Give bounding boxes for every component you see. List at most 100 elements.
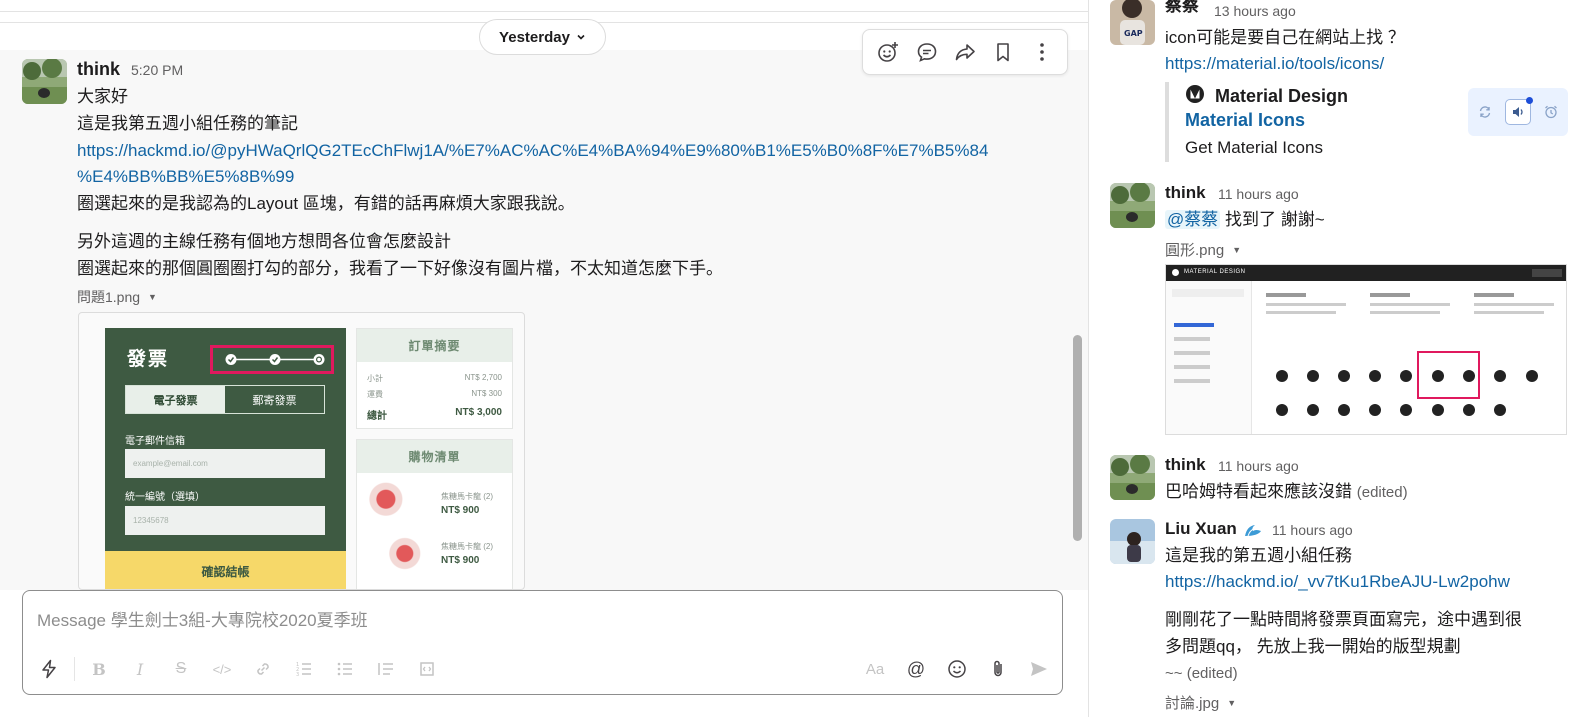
message-timestamp[interactable]: 13 hours ago <box>1214 3 1296 19</box>
message-timestamp[interactable]: 11 hours ago <box>1218 186 1299 202</box>
hackmd-link-continued[interactable]: %E4%BB%BB%E5%8B%99 <box>77 163 294 190</box>
svg-text:3: 3 <box>296 672 299 678</box>
date-divider-button[interactable]: Yesterday <box>479 19 606 55</box>
tax-id-label: 統一編號（選填） <box>125 492 205 503</box>
message-author[interactable]: think <box>1165 183 1206 203</box>
tab-electronic-invoice: 電子發票 <box>126 386 225 413</box>
message-timestamp[interactable]: 11 hours ago <box>1218 458 1299 474</box>
thread-pane: GAP 蔡蔡 13 hours ago icon可能是要自己在網站上找 ？ ht… <box>1088 0 1574 717</box>
message-line: 大家好 <box>77 87 128 106</box>
cart-title: 購物清單 <box>357 440 512 473</box>
screenshot-sidebar <box>1166 281 1252 434</box>
bookmark-icon[interactable] <box>989 38 1017 66</box>
shortcuts-lightning-icon[interactable] <box>35 655 63 683</box>
date-divider-label: Yesterday <box>499 28 570 46</box>
italic-icon[interactable]: I <box>126 655 154 683</box>
order-summary-card: 訂單摘要 小計 NT$ 2,700 運費 NT$ 300 總計 NT$ 3,000 <box>356 328 513 429</box>
message-text-body: 找到了 謝謝~ <box>1220 210 1325 229</box>
more-actions-icon[interactable] <box>1028 38 1056 66</box>
blockquote-icon[interactable] <box>372 655 400 683</box>
volume-button[interactable] <box>1504 97 1533 125</box>
image-attachment[interactable]: 發票 電子發票 郵寄發票 電子郵件信箱 example@email.com 統一… <box>78 312 525 590</box>
strikethrough-icon[interactable]: S <box>167 655 195 683</box>
edited-label: (edited) <box>1186 665 1238 682</box>
code-block-icon[interactable] <box>413 655 441 683</box>
mention-icon[interactable]: @ <box>902 655 930 683</box>
code-icon[interactable]: </> <box>208 655 236 683</box>
unfurl-site-name: Material Design <box>1215 86 1349 106</box>
app-window: Yesterday think 5:20 PM 大家好 這是我第五週小組任務的筆… <box>0 0 1574 717</box>
message-text: icon可能是要自己在網站上找 ？ <box>1165 28 1405 47</box>
link-unfurl: Material Design Material Icons Get Mater… <box>1165 82 1455 162</box>
message-line: 剛剛花了一點時間將發票頁面寫完，途中遇到很 <box>1165 610 1522 629</box>
unfurl-description: Get Material Icons <box>1185 138 1323 157</box>
composer-actions: Aa @ <box>861 655 1066 683</box>
file-name-toggle[interactable]: 圓形.png ▼ <box>1165 239 1241 260</box>
checkout-button-mock: 確認結帳 <box>105 551 346 589</box>
hackmd-link[interactable]: https://hackmd.io/_vv7tKu1RbeAJU-Lw2pohw <box>1165 569 1510 595</box>
message-composer[interactable]: Message 學生劍士3組-大專院校2020夏季班 B I S </> 123 <box>22 590 1063 695</box>
avatar[interactable] <box>1110 183 1155 228</box>
caret-down-icon: ▼ <box>148 292 157 302</box>
avatar[interactable] <box>1110 455 1155 500</box>
attachment-icon[interactable] <box>984 655 1012 683</box>
image-attachment[interactable]: MATERIAL DESIGN <box>1165 264 1567 435</box>
message-text: 巴哈姆特看起來應該沒錯 (edited) <box>1165 479 1408 506</box>
link-icon[interactable] <box>249 655 277 683</box>
message-line: 這是我第五週小組任務的筆記 <box>77 114 298 133</box>
product-name: 焦糖馬卡龍 (2) <box>441 542 493 551</box>
product-image <box>367 482 430 525</box>
material-icons-link[interactable]: https://material.io/tools/icons/ <box>1165 51 1384 77</box>
message-line: 圈選起來的是我認為的Layout 區塊，有錯的話再麻煩大家跟我說。 <box>77 194 575 213</box>
file-name-toggle[interactable]: 問題1.png ▼ <box>77 287 157 307</box>
file-name: 圓形.png <box>1165 242 1225 259</box>
chevron-down-icon <box>576 29 586 46</box>
reply-in-thread-icon[interactable] <box>913 38 941 66</box>
invoice-title: 發票 <box>127 349 170 370</box>
message-timestamp[interactable]: 11 hours ago <box>1272 522 1353 538</box>
product-image <box>367 532 430 575</box>
svg-text:GAP: GAP <box>1124 29 1143 38</box>
share-icon[interactable] <box>951 38 979 66</box>
ordered-list-icon[interactable]: 123 <box>290 655 318 683</box>
emoji-icon[interactable] <box>943 655 971 683</box>
channel-pane: Yesterday think 5:20 PM 大家好 這是我第五週小組任務的筆… <box>0 0 1088 717</box>
scrollbar[interactable] <box>1073 335 1082 541</box>
screenshot-header-title: MATERIAL DESIGN <box>1184 269 1246 275</box>
summary-total-row: 總計 NT$ 3,000 <box>367 407 502 422</box>
screenshot-icon-grid <box>1266 293 1554 416</box>
message-text: @蔡蔡 找到了 謝謝~ <box>1165 207 1325 233</box>
product-price: NT$ 900 <box>441 505 480 516</box>
active-indicator <box>1525 97 1533 104</box>
message-author[interactable]: think <box>77 59 120 80</box>
message-line: 多問題qq， 先放上我一開始的版型規劃 <box>1165 637 1461 656</box>
tab-mail-invoice: 郵寄發票 <box>252 394 297 407</box>
add-reaction-icon[interactable] <box>874 38 902 66</box>
avatar[interactable]: GAP <box>1110 0 1155 45</box>
hackmd-link[interactable]: https://hackmd.io/@pyHWaQrlQG2TEcChFlwj1… <box>77 137 988 164</box>
order-summary-title: 訂單摘要 <box>357 329 512 362</box>
avatar[interactable] <box>22 59 67 104</box>
message-author[interactable]: 蔡蔡 <box>1165 0 1199 13</box>
text-formatting-toggle[interactable]: Aa <box>861 655 889 683</box>
message-author[interactable]: think <box>1165 455 1206 475</box>
status-wave-icon <box>1243 521 1263 544</box>
bold-icon[interactable]: B <box>85 655 113 683</box>
message-author[interactable]: Liu Xuan <box>1165 519 1237 539</box>
header-nav-mock <box>1532 269 1562 277</box>
send-icon[interactable] <box>1025 655 1053 683</box>
message-timestamp[interactable]: 5:20 PM <box>131 62 183 78</box>
cart-card: 購物清單 焦糖馬卡龍 (2) NT$ 900 焦糖馬卡龍 (2) NT$ 900 <box>356 439 513 589</box>
user-mention[interactable]: @蔡蔡 <box>1165 210 1221 229</box>
avatar[interactable] <box>1110 519 1155 564</box>
bulleted-list-icon[interactable] <box>331 655 359 683</box>
invoice-panel: 發票 電子發票 郵寄發票 電子郵件信箱 example@email.com 統一… <box>105 328 346 589</box>
material-design-logo-icon <box>1185 84 1205 109</box>
alarm-icon[interactable] <box>1538 99 1564 125</box>
material-design-logo-icon <box>1172 269 1179 276</box>
file-name-toggle[interactable]: 討論.jpg ▼ <box>1165 692 1236 713</box>
repeat-icon[interactable] <box>1472 99 1498 125</box>
product-price: NT$ 900 <box>441 555 480 566</box>
summary-row: 運費 NT$ 300 <box>367 389 502 399</box>
unfurl-title-link[interactable]: Material Icons <box>1185 110 1305 131</box>
